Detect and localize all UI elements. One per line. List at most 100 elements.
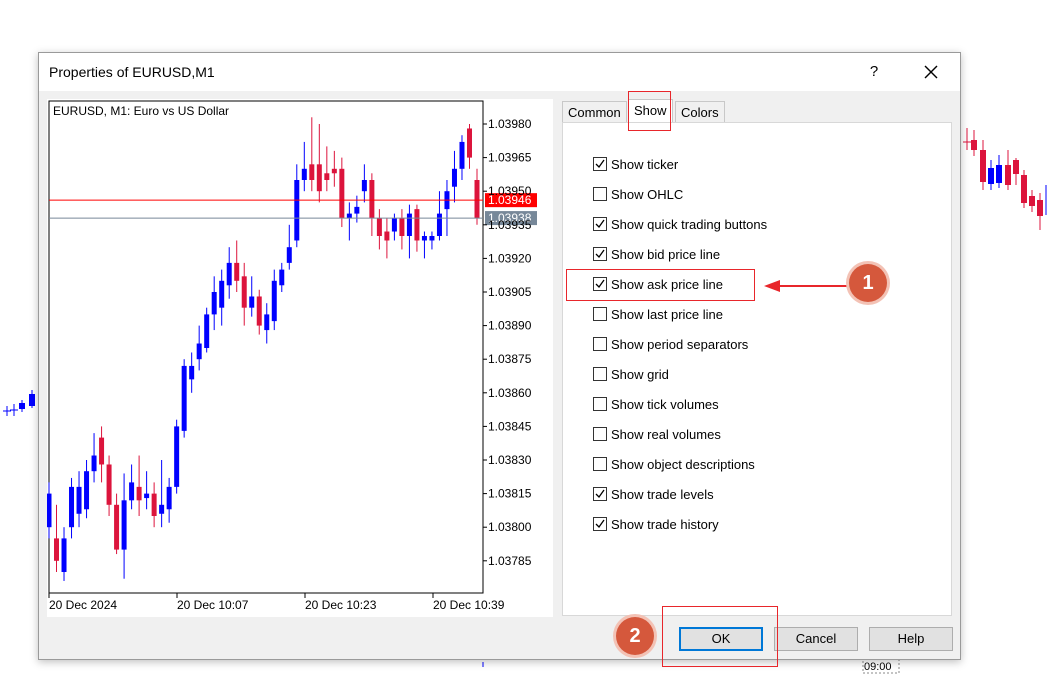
close-button[interactable] [919, 61, 943, 83]
show-tab-highlight [628, 91, 671, 131]
candle-body [339, 168, 345, 219]
option-show-period-separators[interactable]: Show period separators [593, 334, 748, 354]
candle-body [129, 482, 135, 501]
show-tab-panel: Show ticker Show OHLC Show quick trading b… [562, 122, 952, 616]
checkbox[interactable] [593, 367, 607, 381]
ask-price-highlight [566, 269, 755, 301]
option-label: Show last price line [611, 306, 723, 322]
option-show-trade-history[interactable]: Show trade history [593, 514, 719, 534]
option-show-ohlc[interactable]: Show OHLC [593, 184, 683, 204]
option-show-object-descriptions[interactable]: Show object descriptions [593, 454, 755, 474]
option-label: Show period separators [611, 336, 749, 352]
checkbox[interactable] [593, 217, 607, 231]
candle-body [241, 276, 247, 308]
option-label: Show trade history [611, 516, 719, 532]
checkbox[interactable] [593, 427, 607, 441]
option-label: Show ticker [611, 156, 679, 172]
option-show-grid[interactable]: Show grid [593, 364, 669, 384]
candle-body [204, 314, 210, 348]
option-show-last-price-line[interactable]: Show last price line [593, 304, 723, 324]
check-icon [595, 489, 605, 499]
candle-body [166, 486, 172, 510]
option-show-tick-volumes[interactable]: Show tick volumes [593, 394, 719, 414]
candle-body [361, 180, 367, 192]
price-label: 1.03890 [488, 319, 532, 333]
candle-body [286, 247, 292, 263]
candle-body [264, 314, 270, 331]
candle-body [421, 236, 427, 241]
option-label: Show real volumes [611, 426, 721, 442]
price-label: 1.03800 [488, 520, 532, 534]
price-label: 1.03875 [488, 352, 532, 366]
help-button[interactable]: Help [869, 627, 953, 651]
tab-colors[interactable]: Colors [675, 101, 725, 122]
bg-time-label: 09:00 [864, 661, 892, 673]
preview-chart-svg: EURUSD, M1: Euro vs US Dollar 1.039461.0… [46, 100, 537, 612]
title-bar: Properties of EURUSD,M1 ? [39, 53, 960, 91]
option-show-bid-price-line[interactable]: Show bid price line [593, 244, 720, 264]
option-show-trade-levels[interactable]: Show trade levels [593, 484, 714, 504]
tab-common[interactable]: Common [562, 101, 627, 122]
candle-body [106, 464, 112, 505]
candle-body [466, 128, 472, 158]
candle-body [84, 471, 90, 510]
candle-body [189, 365, 195, 380]
check-icon [595, 519, 605, 529]
option-label: Show trade levels [611, 486, 714, 502]
checkbox[interactable] [593, 397, 607, 411]
candle-body [91, 455, 97, 472]
candle-body [46, 493, 52, 528]
close-icon [924, 65, 938, 79]
option-show-quick-trading-buttons[interactable]: Show quick trading buttons [593, 214, 767, 234]
option-show-ticker[interactable]: Show ticker [593, 154, 678, 174]
price-label: 1.03860 [488, 386, 532, 400]
checkbox[interactable] [593, 157, 607, 171]
checkbox[interactable] [593, 487, 607, 501]
option-label: Show bid price line [611, 246, 721, 262]
preview-price-axis: 1.03980 1.03965 1.03950 1.03935 1.03920 1.039… [483, 117, 532, 568]
candle-body [181, 365, 187, 431]
checkbox[interactable] [593, 457, 607, 471]
candle-body [301, 168, 307, 180]
checkbox[interactable] [593, 187, 607, 201]
option-label: Show grid [611, 366, 669, 382]
candle-body [256, 296, 262, 326]
option-show-real-volumes[interactable]: Show real volumes [593, 424, 721, 444]
option-label: Show tick volumes [611, 396, 719, 412]
option-label: Show OHLC [611, 186, 684, 202]
checkbox[interactable] [593, 337, 607, 351]
price-label: 1.03845 [488, 419, 532, 433]
candle-body [144, 493, 150, 499]
check-icon [595, 249, 605, 259]
candle-body [99, 437, 105, 465]
candle-body [279, 269, 285, 286]
candle-body [151, 493, 157, 516]
time-label: 20 Dec 10:23 [305, 598, 377, 612]
cancel-button[interactable]: Cancel [774, 627, 858, 651]
price-label: 1.03830 [488, 453, 532, 467]
candle-body [316, 164, 322, 192]
ok-button-highlight [662, 606, 778, 667]
candle-body [376, 218, 382, 236]
dialog-title: Properties of EURUSD,M1 [49, 64, 215, 80]
candle-body [331, 168, 337, 174]
checkbox[interactable] [593, 307, 607, 321]
candle-body [346, 213, 352, 219]
step-badge-2: 2 [616, 617, 654, 655]
candle-body [309, 164, 315, 180]
right-background-candles [963, 128, 1047, 230]
candle-body [226, 262, 232, 286]
help-question-button[interactable]: ? [864, 61, 884, 83]
checkbox[interactable] [593, 517, 607, 531]
price-label: 1.03950 [488, 184, 532, 198]
price-label: 1.03920 [488, 251, 532, 265]
properties-dialog: Properties of EURUSD,M1 ? EURUSD, M1: Eu… [38, 52, 961, 660]
check-icon [595, 159, 605, 169]
candle-body [174, 426, 180, 487]
price-label: 1.03965 [488, 151, 532, 165]
checkbox[interactable] [593, 247, 607, 261]
candle-body [414, 209, 420, 241]
preview-time-axis: 20 Dec 2024 20 Dec 10:07 20 Dec 10:23 20 De… [48, 593, 505, 612]
option-label: Show object descriptions [611, 456, 755, 472]
candle-body [76, 486, 82, 514]
